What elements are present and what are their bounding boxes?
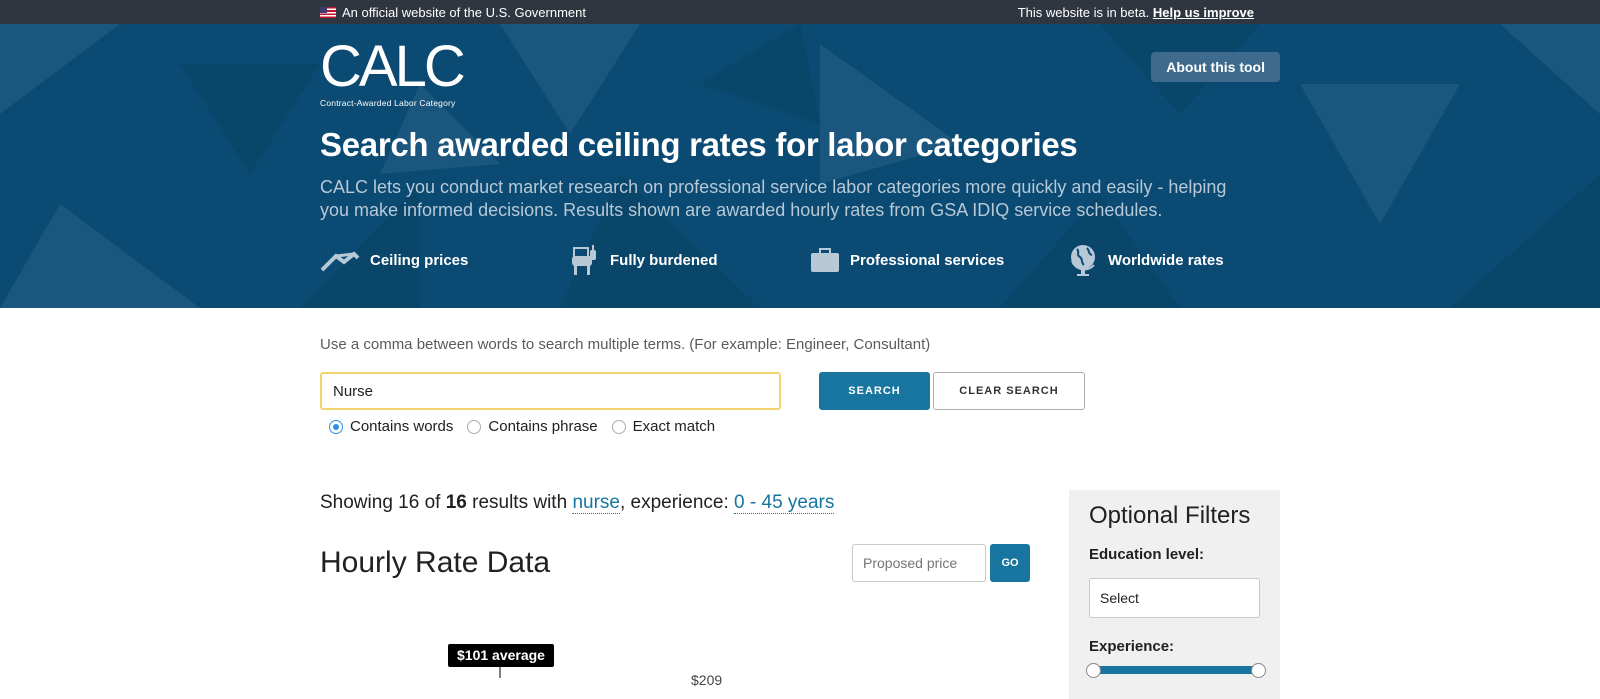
hero-header: CALC Contract-Awarded Labor Category Abo… — [0, 24, 1600, 308]
match-type-options: Contains words Contains phrase Exact mat… — [329, 418, 729, 435]
education-select[interactable]: Select — [1089, 578, 1260, 618]
experience-prefix: , experience: — [619, 492, 729, 513]
globe-icon — [1071, 245, 1095, 276]
filters-title: Optional Filters — [1089, 502, 1251, 529]
experience-range-link[interactable]: 0 - 45 years — [734, 492, 835, 514]
about-tool-button[interactable]: About this tool — [1151, 52, 1280, 82]
radio-label: Exact match — [632, 418, 716, 435]
logo-text: CALC — [320, 34, 466, 99]
feature-label: Ceiling prices — [370, 251, 469, 269]
clear-search-button[interactable]: CLEAR SEARCH — [933, 372, 1085, 410]
results-prefix: Showing 16 of — [320, 492, 441, 513]
feature-fully-burdened: Fully burdened — [566, 240, 718, 280]
feature-list: Ceiling prices Fully burdened Profession… — [320, 240, 1280, 280]
proposed-price-input[interactable] — [852, 544, 986, 582]
feature-label: Worldwide rates — [1108, 251, 1224, 269]
radio-contains-phrase[interactable]: Contains phrase — [467, 418, 598, 435]
gov-banner: An official website of the U.S. Governme… — [0, 0, 1600, 24]
calc-logo[interactable]: CALC Contract-Awarded Labor Category — [320, 34, 466, 109]
feature-label: Professional services — [850, 251, 1005, 269]
beta-notice: This website is in beta. Help us improve — [1018, 5, 1254, 20]
feature-worldwide-rates: Worldwide rates — [1068, 240, 1224, 280]
page-title: Search awarded ceiling rates for labor c… — [320, 126, 1078, 163]
search-term-link[interactable]: nurse — [572, 492, 620, 514]
help-improve-link[interactable]: Help us improve — [1153, 5, 1254, 20]
roof-icon — [320, 251, 360, 272]
page-description: CALC lets you conduct market research on… — [320, 177, 1227, 220]
max-price-label: $209 — [691, 672, 723, 688]
search-input[interactable] — [320, 372, 781, 410]
hourly-rate-title: Hourly Rate Data — [320, 546, 551, 579]
results-total: 16 — [445, 492, 467, 513]
average-label: $101 average — [448, 644, 554, 667]
official-text: An official website of the U.S. Governme… — [342, 5, 586, 20]
radio-button[interactable] — [329, 419, 343, 434]
official-notice: An official website of the U.S. Governme… — [320, 5, 586, 20]
radio-label: Contains words — [350, 418, 454, 435]
experience-slider-min-handle[interactable] — [1086, 663, 1101, 678]
beta-text: This website is in beta. — [1017, 5, 1150, 20]
radio-button[interactable] — [467, 419, 482, 434]
search-hint: Use a comma between words to search mult… — [320, 336, 931, 353]
donkey-icon — [572, 245, 596, 275]
search-button[interactable]: SEARCH — [819, 372, 930, 410]
feature-ceiling-prices: Ceiling prices — [320, 240, 468, 280]
results-summary: Showing 16 of 16 results with nurse, exp… — [320, 492, 835, 514]
experience-label: Experience: — [1089, 638, 1175, 655]
experience-slider-track[interactable] — [1093, 666, 1259, 674]
education-label: Education level: — [1089, 546, 1205, 563]
radio-contains-words[interactable]: Contains words — [329, 418, 453, 435]
feature-professional-services: Professional services — [810, 240, 1004, 280]
experience-slider-max-handle[interactable] — [1251, 663, 1266, 678]
briefcase-icon — [811, 248, 839, 272]
go-button[interactable]: GO — [990, 544, 1030, 582]
radio-label: Contains phrase — [488, 418, 598, 435]
results-middle: results with — [472, 492, 568, 513]
radio-exact-match[interactable]: Exact match — [611, 418, 716, 435]
us-flag-icon — [320, 7, 336, 18]
logo-subtitle: Contract-Awarded Labor Category — [320, 98, 456, 108]
radio-button[interactable] — [611, 419, 626, 434]
optional-filters-panel: Optional Filters Education level: Select… — [1069, 490, 1280, 699]
feature-label: Fully burdened — [610, 251, 718, 269]
